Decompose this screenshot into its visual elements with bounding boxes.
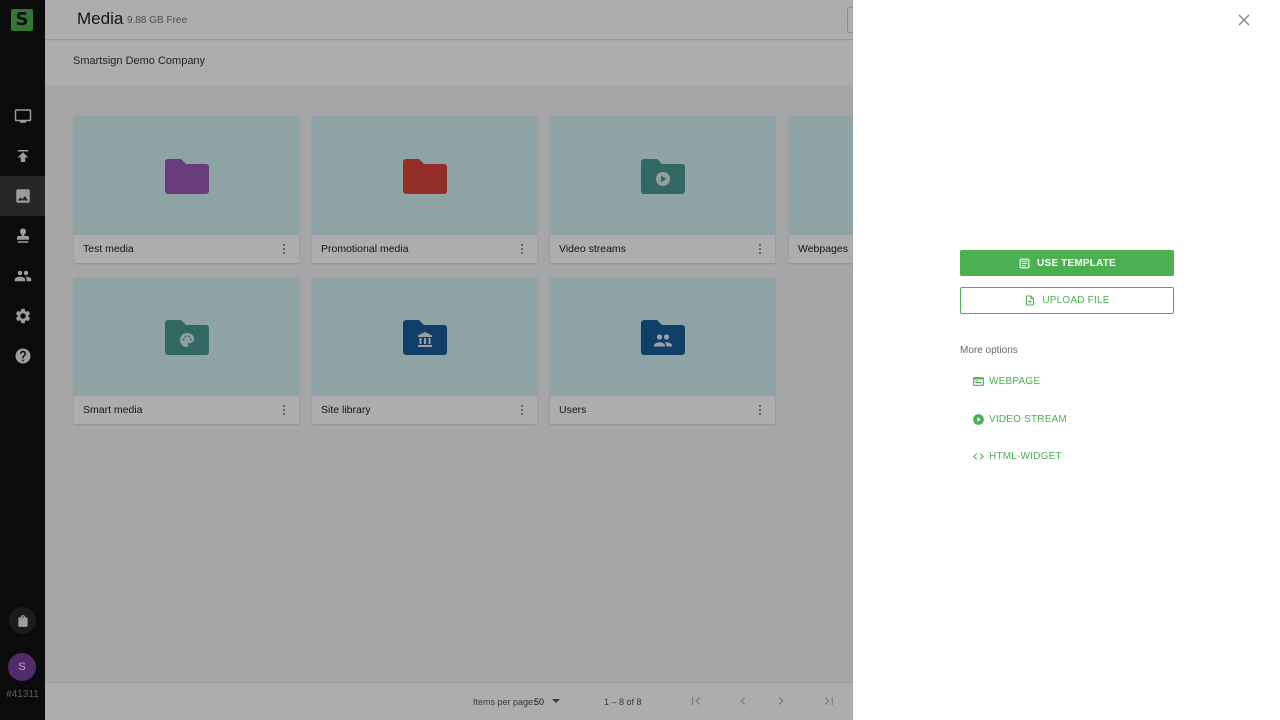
upload-file-label: UPLOAD FILE [1042, 295, 1110, 306]
more-options-heading: More options [960, 345, 1018, 356]
modal-backdrop[interactable] [0, 0, 853, 720]
video-stream-option[interactable]: VIDEO STREAM [972, 411, 1067, 427]
use-template-button[interactable]: USE TEMPLATE [960, 250, 1174, 276]
html-widget-label: HTML-WIDGET [989, 450, 1062, 462]
webpage-icon [973, 376, 984, 386]
webpage-label: WEBPAGE [989, 375, 1041, 387]
close-button[interactable] [1237, 13, 1251, 27]
code-icon [973, 452, 984, 460]
close-icon [1238, 14, 1250, 26]
html-widget-option[interactable]: HTML-WIDGET [972, 448, 1062, 464]
use-template-label: USE TEMPLATE [1037, 257, 1116, 269]
webpage-option[interactable]: WEBPAGE [972, 373, 1040, 389]
play-circle-icon [973, 413, 984, 425]
file-upload-icon [1026, 295, 1035, 306]
template-icon [1019, 258, 1030, 268]
upload-file-button[interactable]: UPLOAD FILE [960, 287, 1174, 314]
video-stream-label: VIDEO STREAM [989, 413, 1067, 425]
add-media-panel: USE TEMPLATE UPLOAD FILE More options WE… [853, 0, 1280, 720]
